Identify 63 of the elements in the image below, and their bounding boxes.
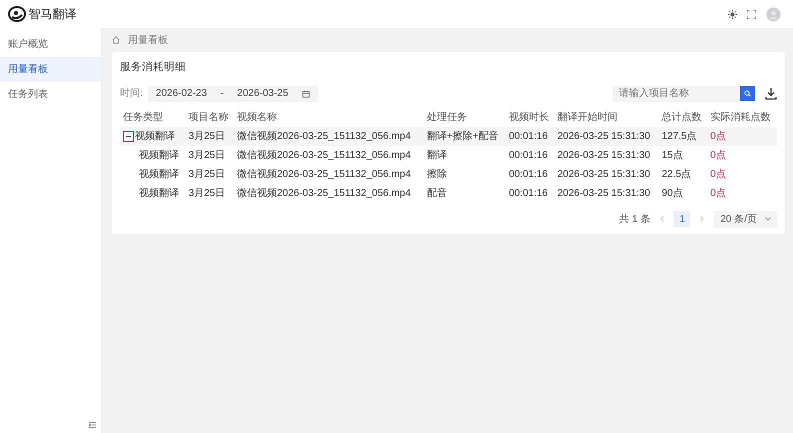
collapse-icon[interactable] <box>89 422 96 428</box>
download-icon[interactable] <box>765 87 777 100</box>
table-cell: 0点 <box>710 150 726 161</box>
column-header: 翻译开始时间 <box>554 108 659 127</box>
minus-icon <box>126 134 131 139</box>
table-cell: 00:01:16 <box>508 168 548 180</box>
table-cell: 微信视频2026-03-25_151132_056.mp4 <box>236 150 411 161</box>
table-cell: 3月25日 <box>188 188 226 199</box>
table-cell: 00:01:16 <box>508 130 548 142</box>
table-cell: 微信视频2026-03-25_151132_056.mp4 <box>236 168 411 180</box>
sun-icon[interactable] <box>728 10 737 18</box>
table-cell: 0点 <box>710 168 726 180</box>
table-cell: 2026-03-25 15:31:30 <box>557 150 650 161</box>
table-cell: 配音 <box>426 188 447 199</box>
column-header: 处理任务 <box>424 108 506 127</box>
filter-label: 时间: <box>120 86 143 102</box>
table-cell: 2026-03-25 15:31:30 <box>557 130 650 142</box>
app-title: 智马翻译 <box>28 6 76 23</box>
table-cell: 微信视频2026-03-25_151132_056.mp4 <box>236 188 411 199</box>
table-cell: 0点 <box>710 130 726 142</box>
table-cell: 3月25日 <box>188 168 226 180</box>
logo-icon <box>8 6 26 22</box>
table-cell: 2026-03-25 15:31:30 <box>557 168 650 180</box>
table-cell: 2026-03-25 15:31:30 <box>557 188 650 199</box>
table-cell-text: 视频翻译 <box>138 188 179 199</box>
table-cell: 15点 <box>662 150 683 161</box>
column-header: 视频时长 <box>506 108 554 127</box>
table-cell: 127.5点 <box>662 130 697 142</box>
sidebar-item[interactable]: 账户概览 <box>0 32 101 57</box>
sidebar-item[interactable]: 用量看板 <box>0 57 101 82</box>
table-cell: 擦除 <box>426 168 447 180</box>
column-header: 项目名称 <box>185 108 234 127</box>
sidebar-item[interactable]: 任务列表 <box>0 82 101 107</box>
table-cell: 00:01:16 <box>508 150 548 161</box>
page-button[interactable]: 1 <box>674 211 690 228</box>
table-cell: 3月25日 <box>188 130 226 142</box>
table-cell: 0点 <box>710 188 726 199</box>
table-cell-text: 视频翻译 <box>138 168 179 180</box>
breadcrumb-item: 用量看板 <box>128 34 168 48</box>
search-field[interactable]: 请输入项目名称 <box>613 86 743 102</box>
column-header: 任务类型 <box>120 108 186 127</box>
table-cell: 90点 <box>662 188 683 199</box>
home-icon[interactable] <box>112 36 120 44</box>
column-header: 视频名称 <box>234 108 424 127</box>
table-cell: 00:01:16 <box>508 188 548 199</box>
date-range-field[interactable]: 2026-02-23 - 2026-03-25 <box>148 86 318 102</box>
card-title: 服务消耗明细 <box>120 60 187 75</box>
caret-icon <box>765 217 771 222</box>
total-count: 共 1 条 <box>619 212 650 227</box>
table-cell: 22.5点 <box>662 168 692 180</box>
table-cell: 微信视频2026-03-25_151132_056.mp4 <box>236 130 411 142</box>
table-cell: 视频翻译 <box>135 130 175 142</box>
page-size-select[interactable]: 20 条/页 <box>714 210 777 228</box>
search-icon <box>744 90 751 98</box>
column-header: 总计点数 <box>658 108 708 127</box>
table-cell: 3月25日 <box>188 150 226 161</box>
table-cell-text: 视频翻译 <box>138 150 179 161</box>
fullscreen-icon[interactable] <box>747 10 756 18</box>
collapse-toggle[interactable] <box>123 130 134 142</box>
calendar-icon <box>302 90 310 98</box>
column-header: 实际消耗点数 <box>707 108 777 127</box>
table-cell: 翻译 <box>426 150 447 161</box>
table-cell: 翻译+擦除+配音 <box>426 130 498 142</box>
